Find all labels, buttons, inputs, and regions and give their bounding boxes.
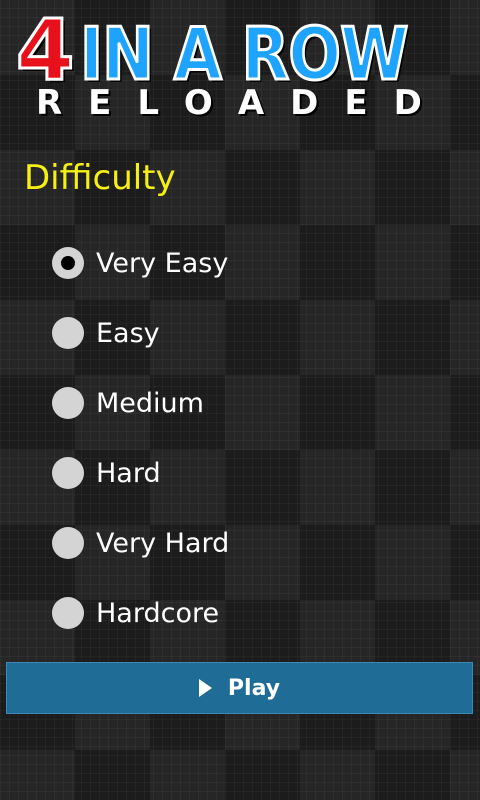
difficulty-heading: Difficulty	[24, 158, 176, 198]
option-label: Very Easy	[96, 247, 229, 279]
play-icon	[198, 679, 212, 697]
logo-subtitle: RELOADED	[36, 83, 448, 123]
option-label: Hard	[96, 457, 161, 489]
difficulty-option-medium[interactable]: Medium	[52, 368, 229, 438]
difficulty-option-very-easy[interactable]: Very Easy	[52, 228, 229, 298]
option-label: Easy	[96, 317, 160, 349]
logo-number: 4	[14, 1, 75, 99]
radio-button[interactable]	[52, 387, 84, 419]
radio-button[interactable]	[52, 597, 84, 629]
option-label: Medium	[96, 387, 204, 419]
radio-button[interactable]	[52, 457, 84, 489]
option-label: Hardcore	[96, 597, 220, 629]
play-button[interactable]: Play	[6, 662, 473, 714]
option-label: Very Hard	[96, 527, 230, 559]
radio-button[interactable]	[52, 527, 84, 559]
difficulty-option-hardcore[interactable]: Hardcore	[52, 578, 229, 648]
radio-button[interactable]	[52, 317, 84, 349]
difficulty-option-easy[interactable]: Easy	[52, 298, 229, 368]
app-logo: 4 IN A ROW RELOADED	[0, 0, 480, 130]
play-button-label: Play	[227, 675, 281, 701]
difficulty-option-hard[interactable]: Hard	[52, 438, 229, 508]
radio-button[interactable]	[52, 247, 84, 279]
difficulty-radio-group: Very Easy Easy Medium Hard Very Hard Har…	[52, 228, 229, 648]
difficulty-option-very-hard[interactable]: Very Hard	[52, 508, 229, 578]
radio-selected-dot	[61, 256, 75, 270]
